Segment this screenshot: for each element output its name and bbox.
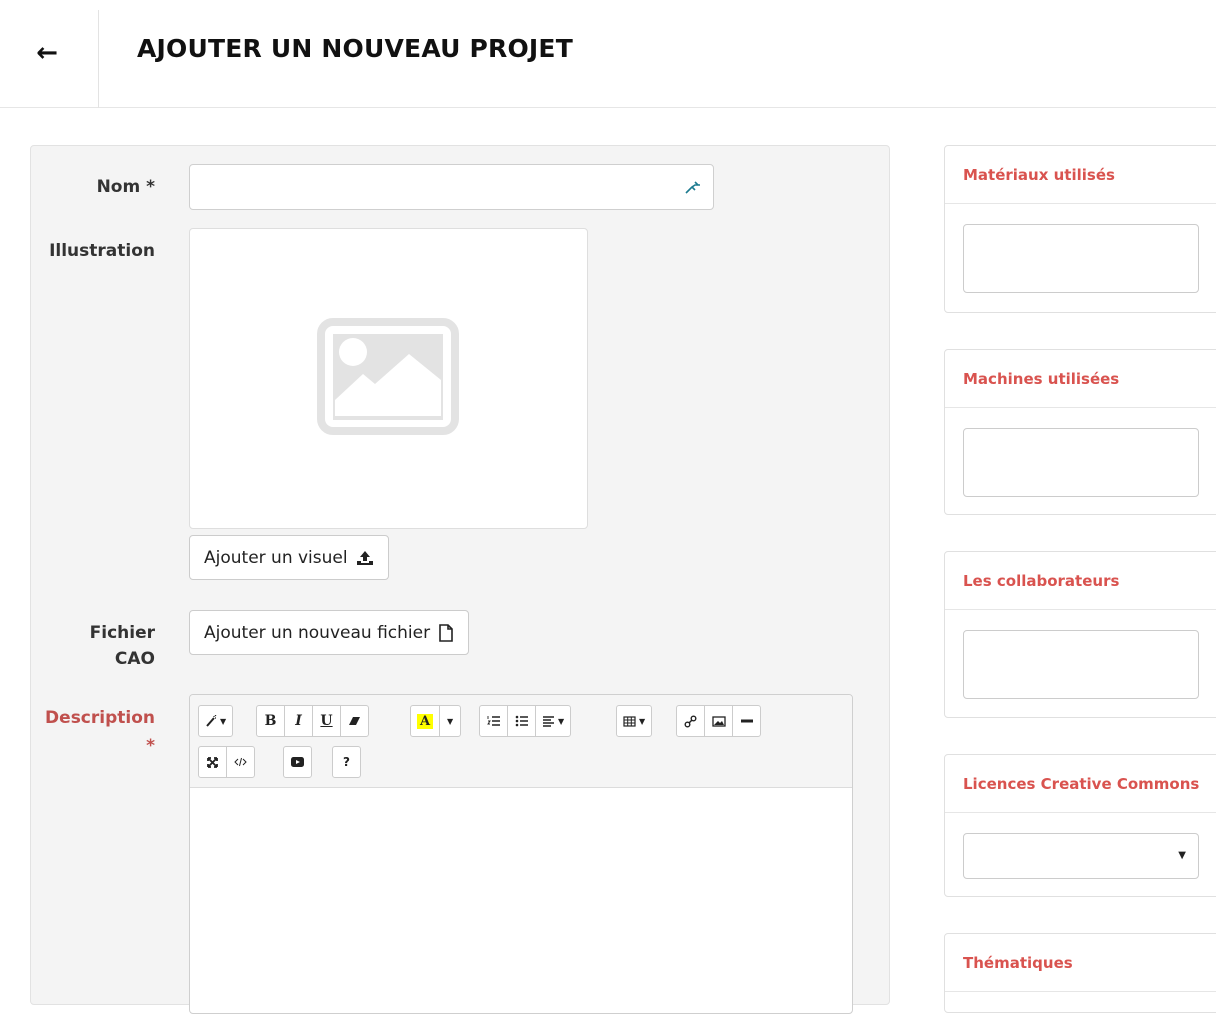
pen-icon[interactable] <box>683 177 703 197</box>
licences-select[interactable]: ▼ <box>963 833 1199 879</box>
licences-panel: Licences Creative Commons ▼ <box>944 754 1216 897</box>
editor-content-area[interactable] <box>190 788 852 1013</box>
chevron-down-icon: ▼ <box>220 716 227 726</box>
fullscreen-icon <box>207 756 218 768</box>
table-icon <box>623 715 636 727</box>
materials-title: Matériaux utilisés <box>945 146 1216 204</box>
horizontal-rule-button[interactable] <box>732 705 761 737</box>
chevron-down-icon: ▼ <box>558 716 565 726</box>
font-color-dropdown-button[interactable]: ▼ <box>439 705 462 737</box>
bold-button[interactable]: B <box>256 705 285 737</box>
horizontal-rule-icon <box>740 719 753 723</box>
align-dropdown-button[interactable]: ▼ <box>535 705 572 737</box>
add-visual-label: Ajouter un visuel <box>204 547 348 568</box>
machines-input[interactable] <box>963 428 1199 497</box>
video-button[interactable] <box>283 746 312 778</box>
toolbar-group-para: ▼ <box>479 705 572 737</box>
ordered-list-button[interactable] <box>479 705 508 737</box>
editor-toolbar: ▼ B I U A ▼ ▼ ▼ ? <box>190 695 852 788</box>
ordered-list-icon <box>486 716 500 726</box>
magic-wand-icon <box>206 715 217 727</box>
unordered-list-button[interactable] <box>507 705 536 737</box>
description-editor: ▼ B I U A ▼ ▼ ▼ ? <box>189 694 853 1014</box>
italic-button[interactable]: I <box>284 705 313 737</box>
code-view-icon <box>234 757 247 767</box>
collaborators-input[interactable] <box>963 630 1199 699</box>
materials-panel: Matériaux utilisés <box>944 145 1216 313</box>
materials-input[interactable] <box>963 224 1199 293</box>
nom-label: Nom * <box>96 177 155 197</box>
file-icon <box>439 623 453 642</box>
machines-title: Machines utilisées <box>945 350 1216 408</box>
toolbar-group-font: B I U <box>256 705 369 737</box>
font-color-button[interactable]: A <box>410 705 441 737</box>
font-color-dropdown-icon: ▼ <box>447 716 454 726</box>
insert-image-button[interactable] <box>704 705 733 737</box>
collaborators-title: Les collaborateurs <box>945 552 1216 610</box>
code-view-button[interactable] <box>226 746 255 778</box>
add-file-button[interactable]: Ajouter un nouveau fichier <box>189 610 470 655</box>
font-color-icon: A <box>417 713 434 729</box>
chevron-down-icon: ▼ <box>639 716 646 726</box>
page-title: AJOUTER UN NOUVEAU PROJET <box>137 34 573 63</box>
unordered-list-icon <box>515 715 528 727</box>
themes-panel: Thématiques <box>944 933 1216 1013</box>
help-button[interactable]: ? <box>332 746 361 778</box>
help-icon: ? <box>343 755 350 769</box>
illustration-label: Illustration <box>49 241 155 261</box>
toolbar-group-video <box>283 746 312 778</box>
toolbar-group-help: ? <box>332 746 361 778</box>
image-placeholder-icon <box>317 318 459 435</box>
project-form-panel: Nom * Illustration Ajouter un visuel Fic… <box>30 145 890 1014</box>
eraser-icon <box>349 717 360 725</box>
image-icon <box>711 715 726 727</box>
machines-panel: Machines utilisées <box>944 349 1216 515</box>
video-icon <box>291 757 304 767</box>
licences-title: Licences Creative Commons <box>945 755 1216 813</box>
page-header: ← AJOUTER UN NOUVEAU PROJET <box>0 0 1216 108</box>
align-icon <box>543 716 554 727</box>
table-dropdown-button[interactable]: ▼ <box>616 705 653 737</box>
link-button[interactable] <box>676 705 705 737</box>
arrow-left-icon: ← <box>36 38 58 68</box>
chevron-down-icon: ▼ <box>1178 850 1186 861</box>
link-icon <box>684 715 697 727</box>
italic-icon: I <box>295 713 302 729</box>
toolbar-group-table: ▼ <box>616 705 653 737</box>
add-file-label: Ajouter un nouveau fichier <box>204 622 431 643</box>
themes-title: Thématiques <box>945 934 1216 992</box>
cad-file-label: Fichier CAO <box>89 623 155 669</box>
clear-format-button[interactable] <box>340 705 369 737</box>
toolbar-group-style: ▼ <box>198 705 234 737</box>
underline-button[interactable]: U <box>312 705 341 737</box>
style-dropdown-button[interactable]: ▼ <box>198 705 234 737</box>
nom-input[interactable] <box>190 165 713 209</box>
illustration-preview[interactable] <box>189 228 588 529</box>
upload-icon <box>356 550 373 565</box>
bold-icon: B <box>264 713 277 729</box>
add-visual-button[interactable]: Ajouter un visuel <box>189 535 389 580</box>
nom-field-wrapper[interactable] <box>189 164 714 210</box>
fullscreen-button[interactable] <box>198 746 227 778</box>
toolbar-group-view <box>198 746 255 778</box>
header-divider <box>98 10 99 108</box>
toolbar-group-insert <box>676 705 761 737</box>
underline-icon: U <box>320 713 333 729</box>
collaborators-panel: Les collaborateurs <box>944 551 1216 718</box>
back-button[interactable]: ← <box>22 30 72 76</box>
toolbar-group-color: A ▼ <box>410 705 462 737</box>
description-label: Description * <box>45 708 155 756</box>
